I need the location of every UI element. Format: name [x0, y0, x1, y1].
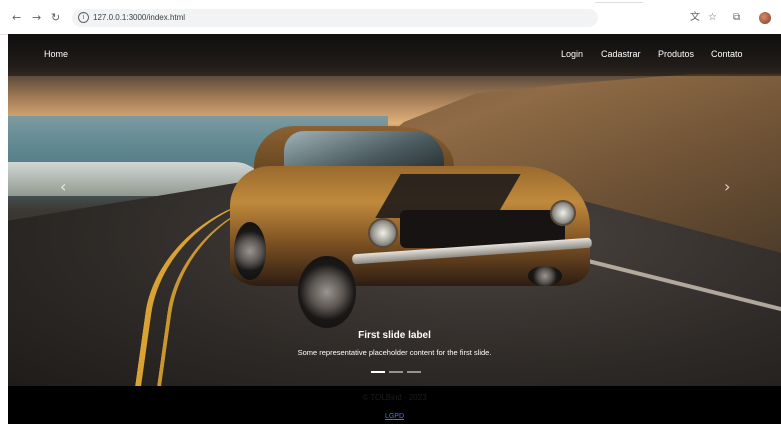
nav-home-link[interactable]: Home	[44, 49, 68, 60]
carousel-indicator[interactable]	[407, 371, 421, 373]
page-viewport: Home Login Cadastrar Produtos Contato ‹ …	[8, 34, 781, 424]
forward-icon[interactable]: →	[32, 12, 41, 23]
car-headlight	[550, 200, 576, 226]
profile-avatar[interactable]	[759, 12, 771, 24]
reload-icon[interactable]: ↻	[51, 12, 60, 23]
top-navbar: Home Login Cadastrar Produtos Contato	[8, 34, 781, 76]
chevron-left-icon[interactable]: ‹	[60, 179, 66, 195]
nav-produtos-link[interactable]: Produtos	[658, 49, 694, 60]
site-info-icon[interactable]: i	[78, 12, 89, 23]
browser-toolbar: ← → ↻ i 127.0.0.1:3000/index.html ⽂ ☆ ⧉	[0, 0, 781, 35]
slide-title: First slide label	[358, 330, 431, 341]
page-footer: © TOLBind - 2023 LGPD	[8, 386, 781, 424]
extensions-icon[interactable]: ⧉	[733, 13, 740, 23]
nav-contato-link[interactable]: Contato	[711, 49, 743, 60]
carousel-indicator[interactable]	[389, 371, 403, 373]
star-bookmark-icon[interactable]: ☆	[708, 13, 717, 23]
address-bar[interactable]: i 127.0.0.1:3000/index.html	[72, 9, 598, 27]
translate-icon[interactable]: ⽂	[690, 13, 700, 23]
car-headlight	[368, 218, 398, 248]
car-wheel	[234, 222, 266, 280]
nav-cadastrar-link[interactable]: Cadastrar	[601, 49, 641, 60]
back-icon[interactable]: ←	[12, 12, 21, 23]
tab-strip-edge	[595, 2, 643, 9]
carousel-indicator[interactable]	[371, 371, 385, 373]
car-wheel	[298, 256, 356, 328]
url-text[interactable]: 127.0.0.1:3000/index.html	[93, 12, 185, 24]
chevron-right-icon[interactable]: ›	[724, 179, 730, 195]
slide-text: Some representative placeholder content …	[297, 348, 492, 357]
nav-login-link[interactable]: Login	[561, 49, 583, 60]
carousel-indicators	[371, 371, 431, 374]
car-windshield	[284, 131, 444, 169]
car-wheel	[528, 266, 562, 286]
lgpd-link[interactable]: LGPD	[385, 413, 404, 420]
copyright-text: © TOLBind - 2023	[362, 393, 427, 402]
